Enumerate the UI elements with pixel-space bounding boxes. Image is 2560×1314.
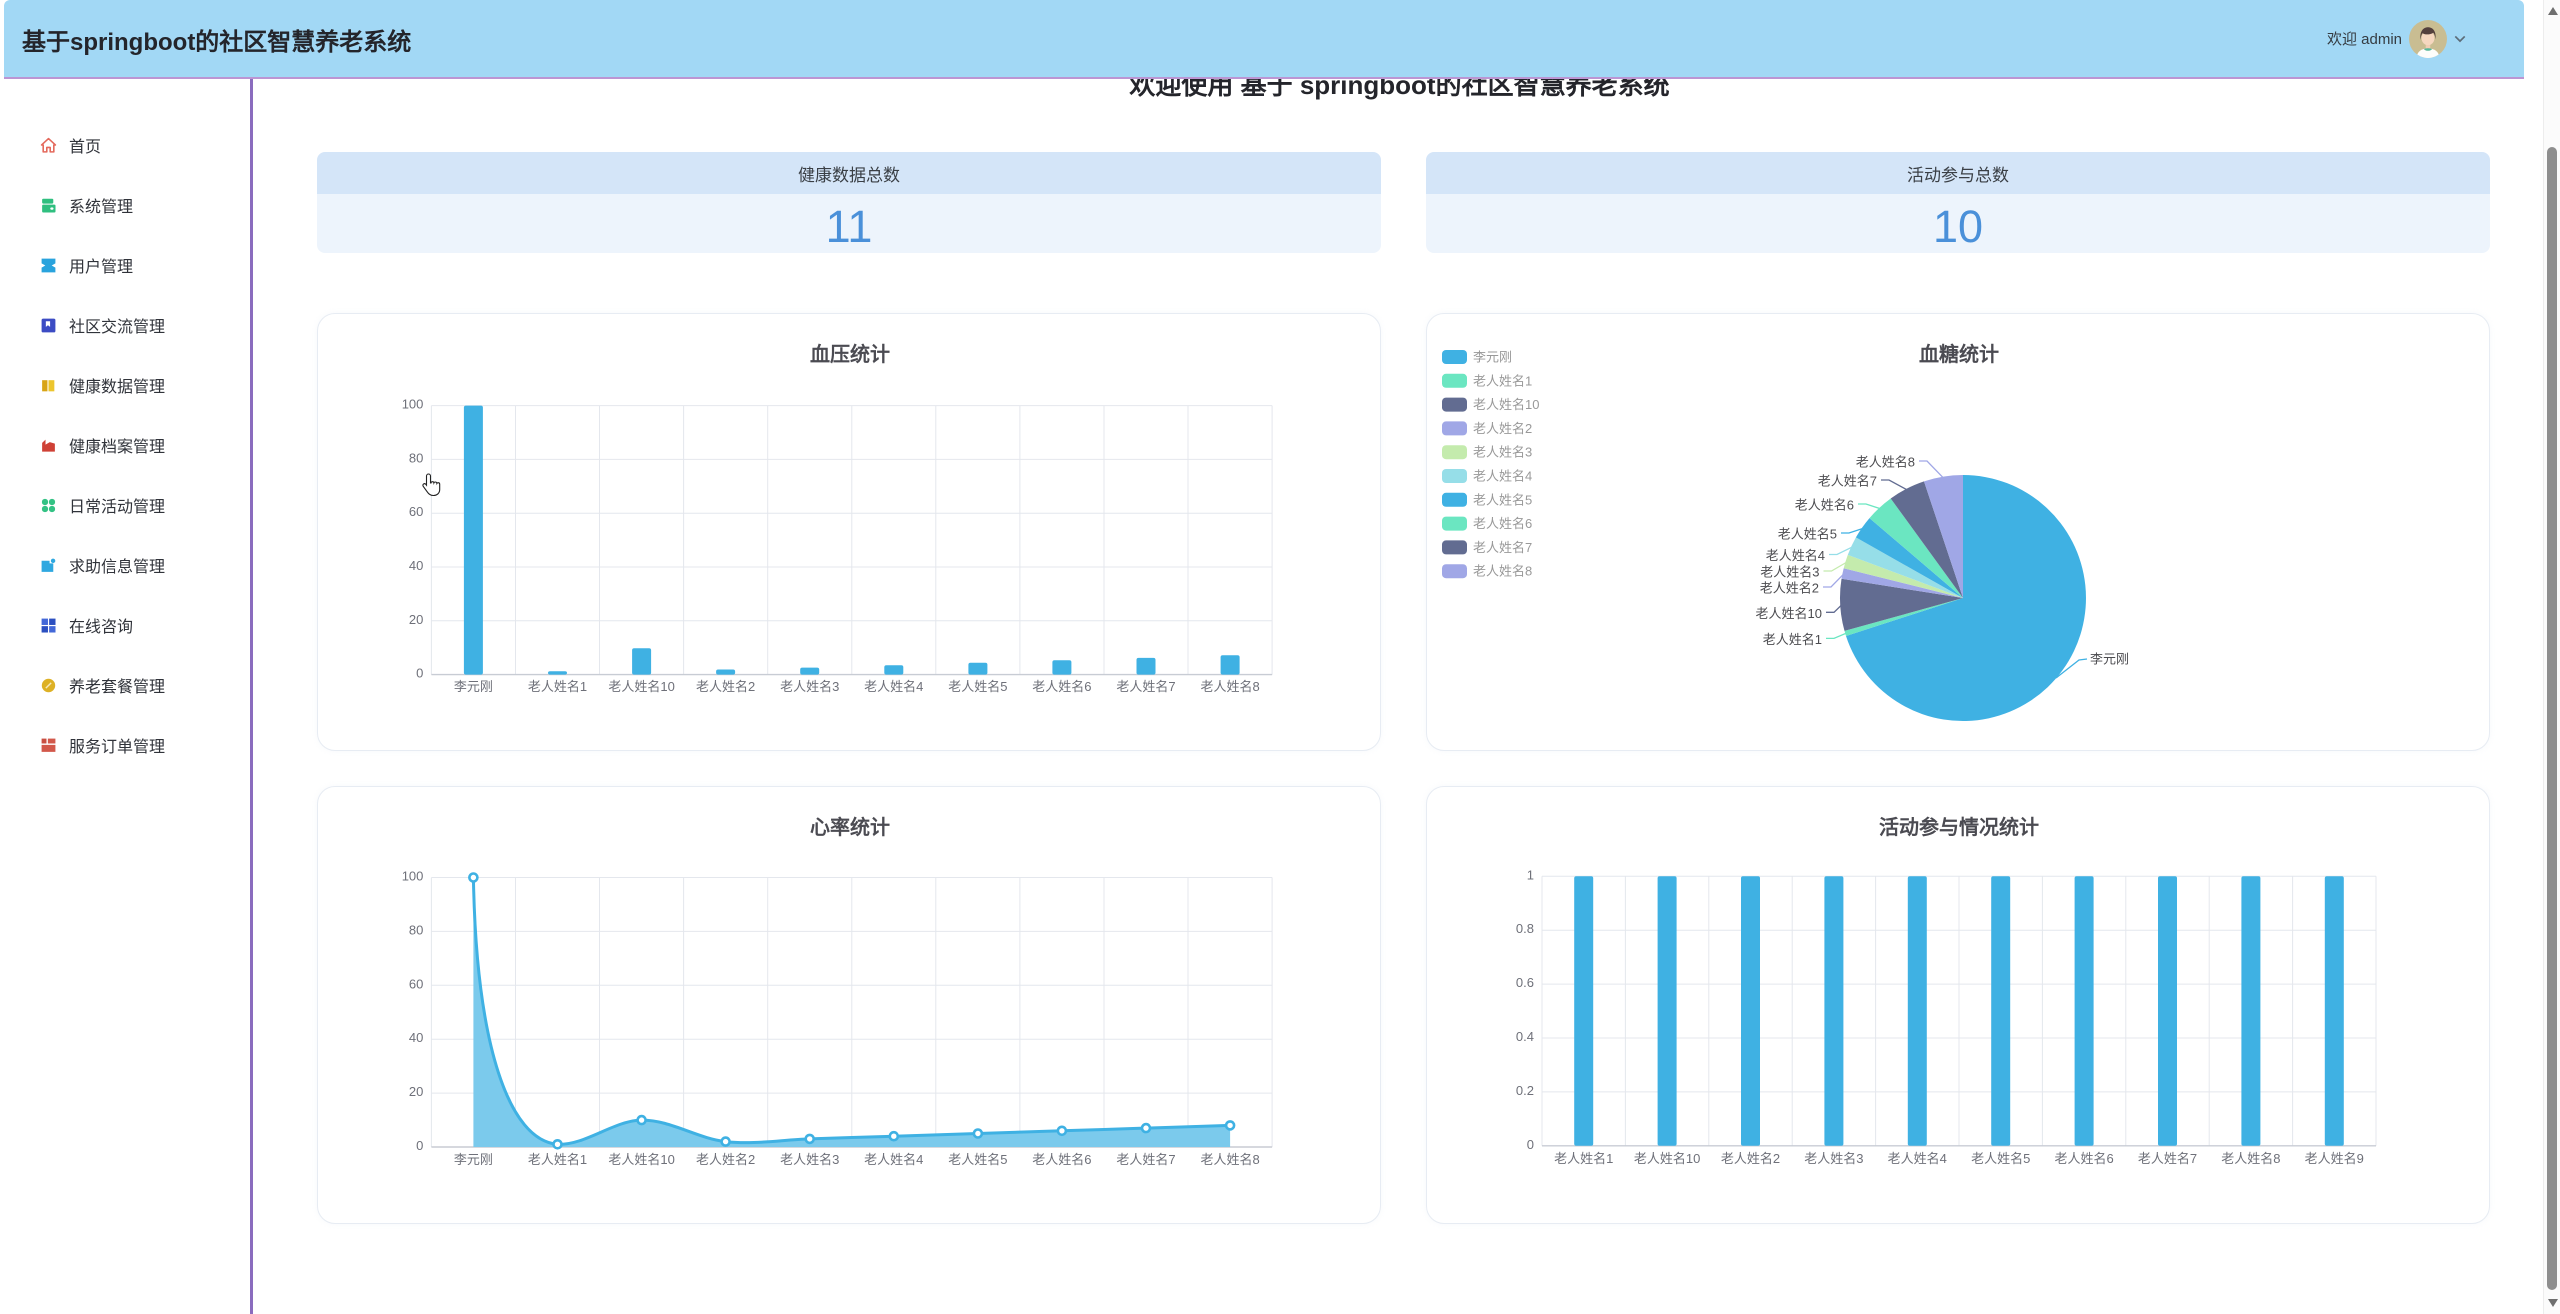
svg-text:李元刚: 李元刚 — [2090, 652, 2129, 667]
svg-text:0: 0 — [416, 666, 423, 681]
svg-text:老人姓名2: 老人姓名2 — [1473, 421, 1532, 436]
svg-text:老人姓名2: 老人姓名2 — [1760, 581, 1819, 596]
svg-text:老人姓名7: 老人姓名7 — [1116, 1152, 1175, 1167]
svg-text:老人姓名1: 老人姓名1 — [1554, 1151, 1613, 1166]
svg-text:老人姓名3: 老人姓名3 — [1760, 565, 1819, 580]
svg-text:血糖统计: 血糖统计 — [1919, 342, 1999, 366]
svg-text:老人姓名10: 老人姓名10 — [1473, 397, 1539, 412]
svg-text:老人姓名9: 老人姓名9 — [2305, 1151, 2364, 1166]
svg-text:老人姓名6: 老人姓名6 — [1473, 516, 1532, 531]
svg-text:0.4: 0.4 — [1516, 1029, 1534, 1044]
svg-text:60: 60 — [409, 504, 423, 519]
svg-text:老人姓名1: 老人姓名1 — [1473, 373, 1532, 388]
svg-text:0.6: 0.6 — [1516, 975, 1534, 990]
svg-text:李元刚: 李元刚 — [1473, 350, 1512, 365]
svg-text:100: 100 — [402, 869, 424, 884]
svg-text:老人姓名5: 老人姓名5 — [1778, 527, 1837, 542]
svg-text:老人姓名5: 老人姓名5 — [1971, 1151, 2030, 1166]
svg-text:心率统计: 心率统计 — [810, 815, 890, 839]
svg-text:0: 0 — [416, 1138, 423, 1153]
svg-text:20: 20 — [409, 612, 423, 627]
svg-text:老人姓名1: 老人姓名1 — [1763, 632, 1822, 647]
svg-text:老人姓名10: 老人姓名10 — [608, 679, 674, 694]
svg-text:老人姓名6: 老人姓名6 — [1795, 498, 1854, 513]
svg-text:0: 0 — [1527, 1137, 1534, 1152]
svg-text:老人姓名4: 老人姓名4 — [1473, 469, 1532, 484]
svg-text:老人姓名10: 老人姓名10 — [1634, 1151, 1700, 1166]
svg-text:活动参与情况统计: 活动参与情况统计 — [1879, 815, 2039, 839]
svg-text:0.8: 0.8 — [1516, 921, 1534, 936]
svg-text:40: 40 — [409, 1030, 423, 1045]
svg-text:老人姓名8: 老人姓名8 — [2221, 1151, 2280, 1166]
svg-text:老人姓名6: 老人姓名6 — [2054, 1151, 2113, 1166]
svg-text:老人姓名3: 老人姓名3 — [780, 1152, 839, 1167]
svg-text:老人姓名5: 老人姓名5 — [948, 679, 1007, 694]
svg-text:老人姓名8: 老人姓名8 — [1200, 679, 1259, 694]
svg-text:80: 80 — [409, 922, 423, 937]
svg-text:老人姓名8: 老人姓名8 — [1473, 564, 1532, 579]
svg-text:老人姓名2: 老人姓名2 — [696, 1152, 755, 1167]
svg-text:老人姓名6: 老人姓名6 — [1032, 679, 1091, 694]
svg-text:血压统计: 血压统计 — [810, 342, 890, 366]
svg-text:老人姓名10: 老人姓名10 — [1756, 606, 1822, 621]
svg-text:老人姓名4: 老人姓名4 — [864, 1152, 923, 1167]
svg-text:老人姓名7: 老人姓名7 — [1473, 540, 1532, 555]
svg-text:老人姓名8: 老人姓名8 — [1856, 455, 1915, 470]
svg-text:老人姓名8: 老人姓名8 — [1200, 1152, 1259, 1167]
svg-text:老人姓名1: 老人姓名1 — [528, 1152, 587, 1167]
svg-text:老人姓名7: 老人姓名7 — [1818, 474, 1877, 489]
svg-text:老人姓名5: 老人姓名5 — [948, 1152, 1007, 1167]
svg-text:老人姓名4: 老人姓名4 — [864, 679, 923, 694]
svg-text:李元刚: 李元刚 — [454, 1152, 493, 1167]
svg-text:老人姓名3: 老人姓名3 — [1473, 445, 1532, 460]
svg-text:老人姓名3: 老人姓名3 — [1804, 1151, 1863, 1166]
svg-text:80: 80 — [409, 450, 423, 465]
svg-text:老人姓名6: 老人姓名6 — [1032, 1152, 1091, 1167]
svg-text:0.2: 0.2 — [1516, 1083, 1534, 1098]
svg-text:100: 100 — [402, 397, 424, 412]
svg-text:老人姓名3: 老人姓名3 — [780, 679, 839, 694]
svg-text:李元刚: 李元刚 — [454, 679, 493, 694]
svg-text:60: 60 — [409, 976, 423, 991]
svg-text:老人姓名4: 老人姓名4 — [1888, 1151, 1947, 1166]
svg-text:老人姓名1: 老人姓名1 — [528, 679, 587, 694]
svg-text:1: 1 — [1527, 867, 1534, 882]
svg-text:老人姓名2: 老人姓名2 — [696, 679, 755, 694]
svg-text:老人姓名10: 老人姓名10 — [608, 1152, 674, 1167]
svg-text:20: 20 — [409, 1084, 423, 1099]
svg-text:老人姓名4: 老人姓名4 — [1766, 548, 1825, 563]
svg-text:老人姓名5: 老人姓名5 — [1473, 492, 1532, 507]
svg-text:老人姓名7: 老人姓名7 — [1116, 679, 1175, 694]
svg-text:老人姓名2: 老人姓名2 — [1721, 1151, 1780, 1166]
svg-text:40: 40 — [409, 558, 423, 573]
svg-text:老人姓名7: 老人姓名7 — [2138, 1151, 2197, 1166]
